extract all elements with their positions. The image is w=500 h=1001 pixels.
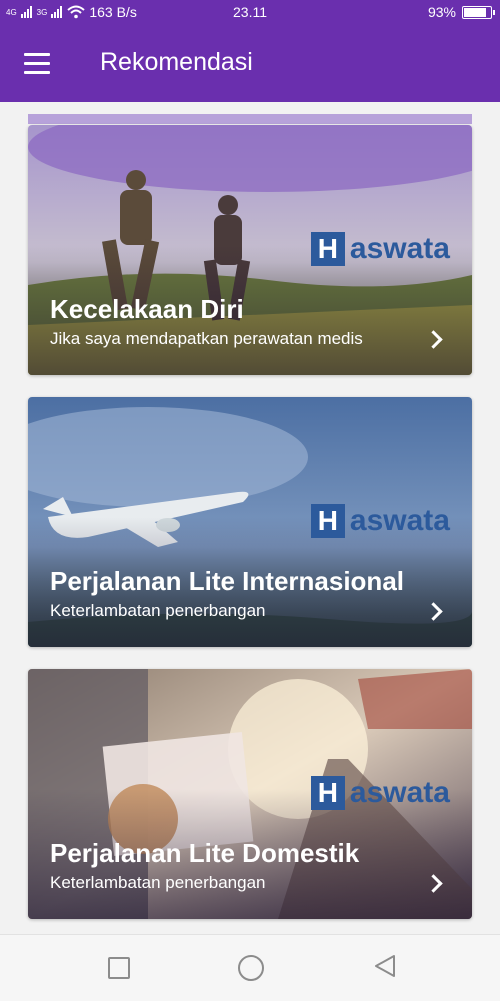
battery-percent: 93% [427, 4, 456, 20]
aswata-logo-text: aswata [349, 504, 450, 537]
square-icon[interactable] [108, 957, 130, 979]
app-bar: Rekomendasi [0, 24, 500, 102]
aswata-logo: H aswata [310, 776, 450, 810]
status-time: 23.11 [233, 4, 267, 20]
battery-icon [462, 5, 495, 19]
card-title: Perjalanan Lite Domestik [50, 838, 360, 868]
status-right: 93% [427, 4, 495, 20]
card-subtitle: Jika saya mendapatkan perawatan medis [50, 329, 363, 348]
battery-fill [464, 7, 486, 17]
aswata-logo-text: aswata [349, 776, 450, 809]
card-title: Kecelakaan Diri [50, 294, 244, 324]
card-subtitle: Keterlambatan penerbangan [50, 601, 266, 620]
card-title: Perjalanan Lite Internasional [50, 566, 404, 596]
card-subtitle: Keterlambatan penerbangan [50, 873, 266, 892]
triangle-back-icon[interactable] [370, 951, 400, 981]
page-title: Rekomendasi [100, 48, 253, 76]
aswata-logo-mark: H [310, 232, 345, 266]
system-nav-bar [0, 934, 500, 1001]
aswata-logo-text: aswata [349, 232, 450, 265]
aswata-logo-mark: H [310, 776, 345, 810]
status-bar: 4G 3G 163 B/s 23.11 93% [0, 0, 500, 24]
card-kecelakaan-diri[interactable]: H aswata Kecelakaan Diri Jika saya menda… [28, 125, 472, 375]
card-peek-above [28, 114, 472, 124]
recommendation-list[interactable]: H aswata Kecelakaan Diri Jika saya menda… [0, 102, 500, 934]
aswata-logo: H aswata [310, 232, 450, 266]
aswata-logo-mark: H [310, 504, 345, 538]
hamburger-icon[interactable] [20, 50, 56, 78]
circle-icon[interactable] [238, 955, 264, 981]
card-perjalanan-lite-domestik[interactable]: H aswata Perjalanan Lite Domestik Keterl… [28, 669, 472, 919]
card-perjalanan-lite-internasional[interactable]: H aswata Perjalanan Lite Internasional K… [28, 397, 472, 647]
aswata-logo: H aswata [310, 504, 450, 538]
